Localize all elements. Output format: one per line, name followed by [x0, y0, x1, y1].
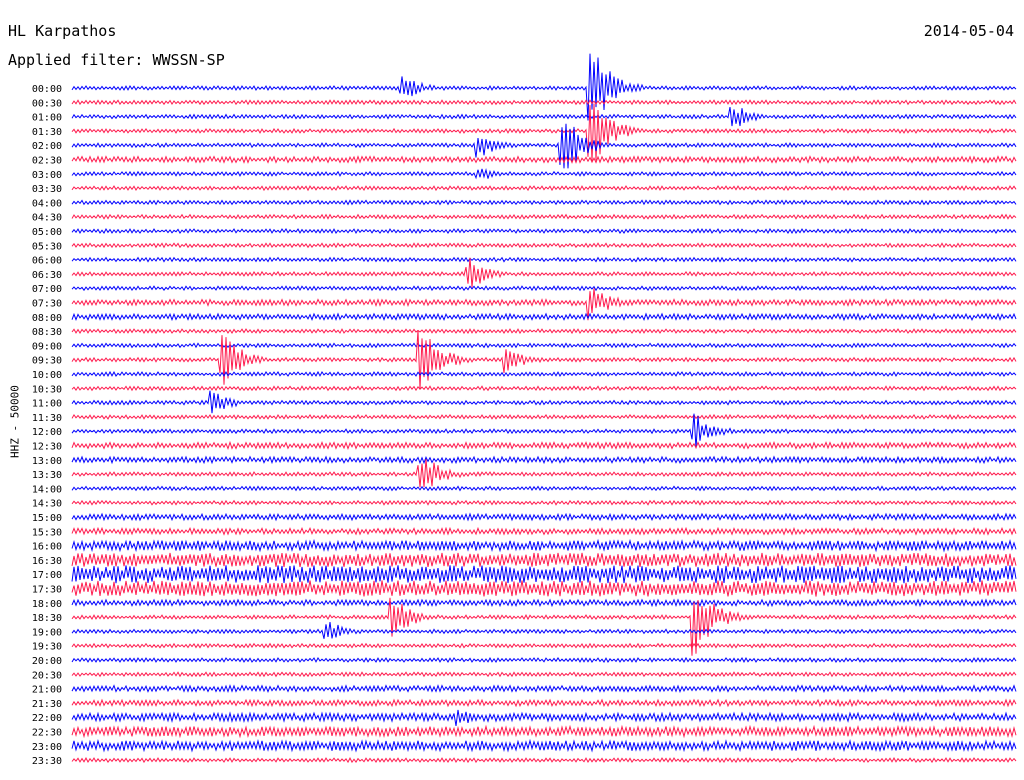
- time-tick-label: 02:00: [32, 141, 62, 152]
- trace-line-1930: [71, 642, 1017, 649]
- trace-line-2130: [71, 698, 1017, 708]
- trace-line-0500: [71, 227, 1017, 235]
- time-tick-label: 06:30: [32, 270, 62, 281]
- trace-line-1600: [71, 538, 1017, 553]
- time-tick-label: 15:00: [32, 513, 62, 524]
- time-tick-label: 06:00: [32, 256, 62, 267]
- trace-line-2300: [71, 738, 1017, 753]
- trace-line-0830: [71, 328, 1017, 335]
- time-tick-label: 09:00: [32, 341, 62, 352]
- time-tick-label: 07:00: [32, 284, 62, 295]
- trace-line-0130: [71, 103, 1017, 162]
- trace-line-0030: [71, 99, 1017, 106]
- time-tick-label: 17:00: [32, 570, 62, 581]
- time-tick-label: 21:30: [32, 699, 62, 710]
- trace-line-1230: [71, 440, 1017, 450]
- time-tick-label: 20:30: [32, 670, 62, 681]
- trace-line-2000: [71, 656, 1017, 664]
- trace-line-1730: [71, 580, 1017, 597]
- time-tick-label: 22:00: [32, 713, 62, 724]
- time-tick-label: 13:30: [32, 470, 62, 481]
- time-tick-label: 12:30: [32, 442, 62, 453]
- trace-line-1400: [71, 485, 1017, 492]
- time-tick-label: 04:00: [32, 198, 62, 209]
- trace-line-1000: [71, 370, 1017, 378]
- time-tick-label: 10:00: [32, 370, 62, 381]
- trace-line-1030: [71, 385, 1017, 392]
- time-tick-label: 13:00: [32, 456, 62, 467]
- time-tick-label: 05:30: [32, 241, 62, 252]
- trace-line-0530: [71, 242, 1017, 249]
- time-tick-label: 03:00: [32, 170, 62, 181]
- trace-line-2030: [71, 671, 1017, 678]
- time-tick-label: 00:30: [32, 98, 62, 109]
- trace-line-1700: [71, 565, 1017, 584]
- time-tick-label: 22:30: [32, 728, 62, 739]
- seismogram-plot: 00:00 00:30 01:00 01:30 02:00 02:30 03:00 03:30…: [32, 53, 1017, 767]
- trace-line-0700: [71, 285, 1017, 292]
- time-tick-label: 20:00: [32, 656, 62, 667]
- time-tick-label: 23:00: [32, 742, 62, 753]
- trace-line-0930: [71, 330, 1017, 390]
- time-tick-label: 07:30: [32, 299, 62, 310]
- time-tick-label: 03:30: [32, 184, 62, 195]
- trace-line-0400: [71, 199, 1017, 206]
- time-tick-label: 08:00: [32, 313, 62, 324]
- trace-line-2230: [71, 724, 1017, 739]
- time-tick-label: 18:00: [32, 599, 62, 610]
- time-tick-label: 14:00: [32, 484, 62, 495]
- trace-line-1100: [71, 390, 1017, 414]
- trace-line-0800: [71, 312, 1017, 322]
- trace-line-0230: [71, 155, 1017, 164]
- trace-line-0300: [71, 168, 1017, 180]
- time-tick-label: 01:00: [32, 113, 62, 124]
- trace-line-1530: [71, 526, 1017, 536]
- trace-line-0100: [71, 107, 1017, 127]
- trace-line-0600: [71, 256, 1017, 263]
- time-tick-label: 04:30: [32, 213, 62, 224]
- time-tick-label: 19:00: [32, 627, 62, 638]
- time-tick-label: 21:00: [32, 685, 62, 696]
- trace-line-1900: [71, 622, 1017, 639]
- time-tick-label: 18:30: [32, 613, 62, 624]
- time-tick-label: 16:30: [32, 556, 62, 567]
- time-tick-label: 17:30: [32, 585, 62, 596]
- time-tick-label: 16:00: [32, 542, 62, 553]
- time-tick-label: 09:30: [32, 356, 62, 367]
- time-tick-label: 02:30: [32, 156, 62, 167]
- time-tick-label: 23:30: [32, 756, 62, 767]
- time-tick-label: 01:30: [32, 127, 62, 138]
- trace-line-1430: [71, 499, 1017, 506]
- time-tick-label: 00:00: [32, 84, 62, 95]
- time-tick-label: 05:00: [32, 227, 62, 238]
- trace-line-2100: [71, 684, 1017, 694]
- time-tick-label: 12:00: [32, 427, 62, 438]
- trace-line-1130: [71, 413, 1017, 420]
- trace-line-1800: [71, 598, 1017, 608]
- time-tick-label: 08:30: [32, 327, 62, 338]
- trace-line-0430: [71, 213, 1017, 220]
- trace-line-2200: [71, 709, 1017, 726]
- time-tick-label: 11:30: [32, 413, 62, 424]
- time-tick-label: 10:30: [32, 384, 62, 395]
- time-tick-label: 14:30: [32, 499, 62, 510]
- time-tick-label: 11:00: [32, 399, 62, 410]
- time-tick-label: 15:30: [32, 527, 62, 538]
- time-tick-label: 19:30: [32, 642, 62, 653]
- trace-line-0000: [71, 53, 1017, 121]
- trace-line-1300: [71, 455, 1017, 465]
- trace-line-2330: [71, 756, 1017, 764]
- trace-line-0900: [71, 342, 1017, 349]
- trace-line-1630: [71, 552, 1017, 568]
- trace-line-0330: [71, 185, 1017, 192]
- trace-line-1500: [71, 512, 1017, 522]
